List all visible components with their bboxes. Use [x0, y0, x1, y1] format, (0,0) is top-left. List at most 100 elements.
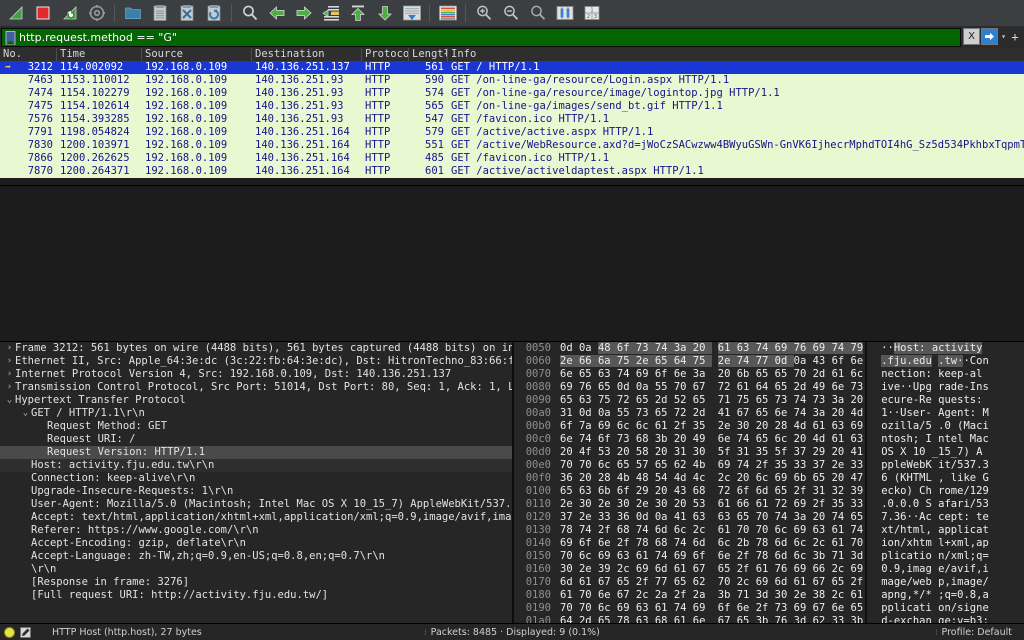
status-bar: HTTP Host (http.host), 27 bytes ⁞ Packets… — [0, 623, 1024, 640]
status-grip-icon: ⁞ — [424, 627, 427, 637]
colorize-button[interactable] — [434, 1, 461, 25]
collapsed-twisty-icon[interactable]: › — [4, 342, 15, 355]
hex-bytes: 2e 66 6a 75 2e 65 64 75 2e 74 77 0d 0a 4… — [560, 355, 864, 367]
detail-tree-row[interactable]: [Full request URI: http://activity.fju.e… — [0, 589, 512, 602]
column-header-length[interactable]: Lengtł — [409, 48, 448, 61]
detail-tree-row[interactable]: Accept-Language: zh-TW,zh;q=0.9,en-US;q=… — [0, 550, 512, 563]
stop-capture-button[interactable] — [29, 1, 56, 25]
display-filter-input[interactable]: http.request.method == "G" — [1, 28, 961, 47]
collapsed-twisty-icon[interactable]: › — [4, 368, 15, 381]
detail-tree-row[interactable]: › Frame 3212: 561 bytes on wire (4488 bit… — [0, 342, 512, 355]
hex-bytes: 70 70 6c 69 63 61 74 69 6f 6e 2f 73 69 6… — [560, 602, 864, 614]
packet-list-pane[interactable]: No. Time Source Destination Protocol Len… — [0, 48, 1024, 186]
packet-row[interactable]: ➡ 3212 114.002092 192.168.0.109 140.136.251.… — [0, 61, 1024, 74]
packet-info: GET / HTTP/1.1 — [451, 61, 540, 73]
capture-options-button[interactable] — [83, 1, 110, 25]
expanded-twisty-icon[interactable]: ⌄ — [4, 394, 15, 407]
detail-tree-row[interactable]: Accept: text/html,application/xhtml+xml,… — [0, 511, 512, 524]
expert-info-icon[interactable] — [4, 626, 15, 638]
clear-filter-button[interactable]: X — [963, 28, 980, 45]
detail-tree-row[interactable]: Request Version: HTTP/1.1 — [0, 446, 512, 459]
start-capture-button[interactable] — [2, 1, 29, 25]
resize-columns-button[interactable] — [551, 1, 578, 25]
column-header-info[interactable]: Info — [448, 48, 1024, 61]
go-to-packet-button[interactable] — [317, 1, 344, 25]
zoom-in-button[interactable] — [470, 1, 497, 25]
packet-row[interactable]: ➡ 7475 1154.102614 192.168.0.109 140.136.251… — [0, 100, 1024, 113]
detail-tree-row[interactable]: › Transmission Control Protocol, Src Port… — [0, 381, 512, 394]
go-to-first-packet-button[interactable] — [344, 1, 371, 25]
detail-tree-row[interactable]: ⌄ Hypertext Transfer Protocol — [0, 394, 512, 407]
detail-tree-row[interactable]: Upgrade-Insecure-Requests: 1\r\n — [0, 485, 512, 498]
chevron-down-icon[interactable]: ▾ — [999, 29, 1008, 44]
hex-ascii: mage/web p,image/ — [881, 576, 989, 588]
packet-row[interactable]: ➡ 7830 1200.103971 192.168.0.109 140.136.251… — [0, 139, 1024, 152]
packet-row[interactable]: ➡ 7791 1198.054824 192.168.0.109 140.136.251… — [0, 126, 1024, 139]
detail-row-text: Accept-Encoding: gzip, deflate\r\n — [31, 537, 246, 549]
collapsed-twisty-icon[interactable]: › — [4, 355, 15, 368]
packet-details-pane[interactable]: › Frame 3212: 561 bytes on wire (4488 bit… — [0, 342, 514, 623]
column-header-protocol[interactable]: Protocol — [362, 48, 409, 61]
wireshark-window: 123 http.request.method == "G" X ▾ + No.… — [0, 0, 1024, 640]
save-file-button[interactable] — [146, 1, 173, 25]
detail-tree-row[interactable]: User-Agent: Mozilla/5.0 (Macintosh; Inte… — [0, 498, 512, 511]
detail-row-link[interactable]: [Full request URI: http://activity.fju.e… — [31, 589, 328, 601]
reload-file-button[interactable] — [200, 1, 227, 25]
detail-tree-row[interactable]: Request URI: / — [0, 433, 512, 446]
restart-capture-button[interactable] — [56, 1, 83, 25]
detail-tree-row[interactable]: Host: activity.fju.edu.tw\r\n — [0, 459, 512, 472]
detail-row-text: Upgrade-Insecure-Requests: 1\r\n — [31, 485, 234, 497]
detail-tree-row[interactable]: Connection: keep-alive\r\n — [0, 472, 512, 485]
auto-scroll-button[interactable] — [398, 1, 425, 25]
column-header-no[interactable]: No. — [0, 48, 57, 61]
packet-row[interactable]: ➡ 7866 1200.262625 192.168.0.109 140.136.251… — [0, 152, 1024, 165]
close-file-button[interactable] — [173, 1, 200, 25]
selected-packet-arrow-icon: ➡ — [0, 165, 13, 178]
packet-bytes-pane[interactable]: 0050 0060 0070 0080 0090 00a0 00b0 00c0 00d0 00e0… — [514, 342, 1024, 623]
detail-row-text: Connection: keep-alive\r\n — [31, 472, 196, 484]
detail-row-link[interactable]: [Response in frame: 3276] — [31, 576, 189, 588]
detail-tree-row[interactable]: › Ethernet II, Src: Apple_64:3e:dc (3c:22… — [0, 355, 512, 368]
packet-no: 7475 — [27, 100, 53, 112]
hex-offset: 00f0 — [525, 472, 551, 484]
go-to-last-packet-button[interactable] — [371, 1, 398, 25]
detail-tree-row[interactable]: ⌄ GET / HTTP/1.1\r\n — [0, 407, 512, 420]
capture-file-icon[interactable] — [20, 626, 31, 638]
open-file-button[interactable] — [119, 1, 146, 25]
zoom-out-button[interactable] — [497, 1, 524, 25]
column-header-time[interactable]: Time — [57, 48, 142, 61]
detail-tree-row[interactable]: › Internet Protocol Version 4, Src: 192.1… — [0, 368, 512, 381]
status-profile[interactable]: ⁞ Profile: Default — [935, 627, 1020, 638]
collapsed-twisty-icon[interactable]: › — [4, 381, 15, 394]
apply-filter-button[interactable] — [981, 28, 998, 45]
go-back-button[interactable] — [263, 1, 290, 25]
detail-row-text: User-Agent: Mozilla/5.0 (Macintosh; Inte… — [31, 498, 512, 510]
main-toolbar: 123 — [0, 0, 1024, 27]
detail-tree-row[interactable]: Referer: https://www.google.com/\r\n — [0, 524, 512, 537]
selected-packet-arrow-icon: ➡ — [0, 100, 13, 113]
plus-icon[interactable]: + — [1009, 29, 1021, 44]
packet-source: 192.168.0.109 — [145, 61, 228, 73]
go-forward-button[interactable] — [290, 1, 317, 25]
zoom-reset-button[interactable] — [524, 1, 551, 25]
hex-bytes: 0d 0a 48 6f 73 74 3a 20 61 63 74 69 76 6… — [560, 342, 864, 354]
packet-source: 192.168.0.109 — [145, 74, 228, 86]
detail-tree-row[interactable]: [Response in frame: 3276] — [0, 576, 512, 589]
packet-row[interactable]: ➡ 7463 1153.110012 192.168.0.109 140.136.251… — [0, 74, 1024, 87]
bookmark-icon[interactable] — [4, 30, 17, 45]
find-packet-button[interactable] — [236, 1, 263, 25]
packet-destination: 140.136.251.164 — [255, 165, 350, 177]
svg-text:2: 2 — [586, 14, 589, 20]
expanded-twisty-icon[interactable]: ⌄ — [20, 407, 31, 420]
detail-tree-row[interactable]: Accept-Encoding: gzip, deflate\r\n — [0, 537, 512, 550]
detail-tree-row[interactable]: \r\n — [0, 563, 512, 576]
packet-no: 7866 — [27, 152, 53, 164]
packet-row[interactable]: ➡ 7474 1154.102279 192.168.0.109 140.136.251… — [0, 87, 1024, 100]
detail-row-text: \r\n — [31, 563, 57, 575]
packet-row[interactable]: ➡ 7576 1154.393285 192.168.0.109 140.136.251… — [0, 113, 1024, 126]
packet-row[interactable]: ➡ 7870 1200.264371 192.168.0.109 140.136.251… — [0, 165, 1024, 178]
layout-button[interactable]: 123 — [578, 1, 605, 25]
column-header-source[interactable]: Source — [142, 48, 252, 61]
column-header-destination[interactable]: Destination — [252, 48, 362, 61]
detail-tree-row[interactable]: Request Method: GET — [0, 420, 512, 433]
